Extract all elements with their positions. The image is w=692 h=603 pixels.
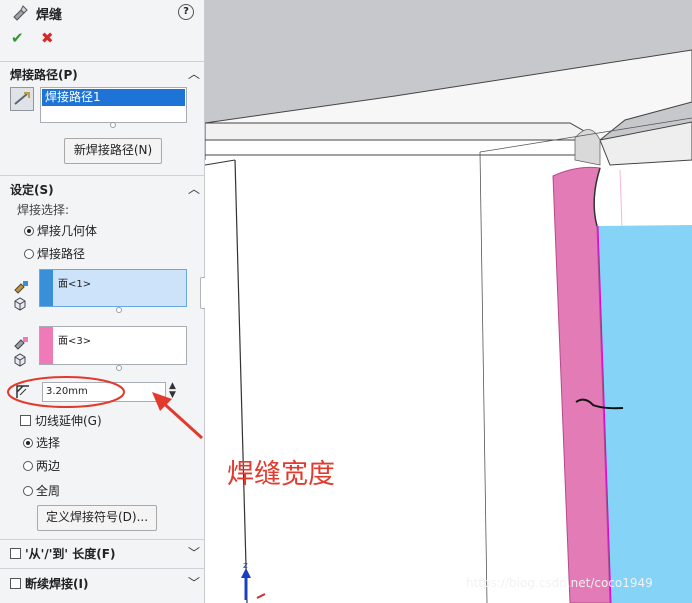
- chevron-down-icon[interactable]: ﹀: [188, 544, 200, 561]
- radio-icon[interactable]: [23, 438, 33, 448]
- graphics-viewport[interactable]: z: [205, 0, 692, 603]
- cube-icon: [13, 353, 27, 367]
- watermark: https://blog.csdn.net/coco1949: [466, 576, 653, 590]
- radio-apply-both-sides[interactable]: 两边: [23, 457, 60, 474]
- weld-feature-icon: [12, 5, 28, 21]
- svg-text:z: z: [243, 561, 248, 571]
- checkbox-icon[interactable]: [10, 548, 21, 559]
- face-set-1-icon: [13, 280, 29, 294]
- radio-weld-geometry[interactable]: 焊接几何体: [24, 222, 97, 239]
- weld-select-label: 焊接选择:: [17, 203, 70, 217]
- radio-apply-all-around[interactable]: 全周: [23, 482, 60, 499]
- radio-icon[interactable]: [24, 226, 34, 236]
- resize-handle[interactable]: [110, 122, 116, 128]
- new-weld-path-button[interactable]: 新焊接路径(N): [64, 138, 162, 164]
- checkbox-icon[interactable]: [10, 578, 21, 589]
- weld-path-section-title[interactable]: 焊接路径(P): [10, 66, 78, 83]
- face-1-color-swatch: [40, 270, 53, 306]
- face-set-2-icon: [13, 336, 29, 350]
- radio-icon[interactable]: [23, 486, 33, 496]
- model-view[interactable]: z: [205, 0, 692, 603]
- cube-icon: [13, 297, 27, 311]
- annotation-ellipse: [7, 376, 125, 408]
- face-2-color-swatch: [40, 327, 53, 364]
- list-item[interactable]: 焊接路径1: [42, 89, 185, 106]
- resize-handle[interactable]: [116, 365, 122, 371]
- settings-section-title[interactable]: 设定(S): [10, 181, 54, 198]
- checkmark-icon[interactable]: ✔: [11, 29, 24, 47]
- weld-path-icon: [10, 87, 34, 111]
- annotation-text: 焊缝宽度: [227, 459, 335, 490]
- weld-property-manager: 焊缝 ? ✔ ✖ 焊接路径(P) ︿ 焊接路径1 新焊接路径(N) 设定(S) …: [0, 0, 210, 603]
- chevron-up-icon[interactable]: ︿: [188, 65, 200, 82]
- checkbox-icon[interactable]: [20, 415, 31, 426]
- list-item[interactable]: 面<3>: [58, 332, 91, 347]
- panel-title: 焊缝: [36, 8, 63, 23]
- close-icon[interactable]: ✖: [41, 29, 54, 47]
- radio-icon[interactable]: [23, 461, 33, 471]
- list-item[interactable]: 面<1>: [58, 275, 91, 290]
- face-set-1-list[interactable]: 面<1>: [39, 269, 187, 307]
- radio-apply-selection[interactable]: 选择: [23, 434, 60, 451]
- face-set-2-list[interactable]: 面<3>: [39, 326, 187, 365]
- radio-weld-path[interactable]: 焊接路径: [24, 245, 85, 262]
- define-weld-symbol-button[interactable]: 定义焊接符号(D)...: [37, 505, 157, 531]
- help-icon[interactable]: ?: [178, 4, 194, 20]
- weld-path-list[interactable]: 焊接路径1: [40, 87, 187, 123]
- chevron-down-icon[interactable]: ﹀: [188, 574, 200, 591]
- tangent-propagation-checkbox[interactable]: 切线延伸(G): [20, 412, 102, 429]
- chevron-up-icon[interactable]: ︿: [188, 180, 200, 197]
- annotation-arrow: [152, 392, 204, 440]
- resize-handle[interactable]: [116, 307, 122, 313]
- from-to-length-section[interactable]: '从'/'到' 长度(F): [10, 545, 115, 562]
- radio-icon[interactable]: [24, 249, 34, 259]
- intermittent-weld-section[interactable]: 断续焊接(I): [10, 575, 88, 592]
